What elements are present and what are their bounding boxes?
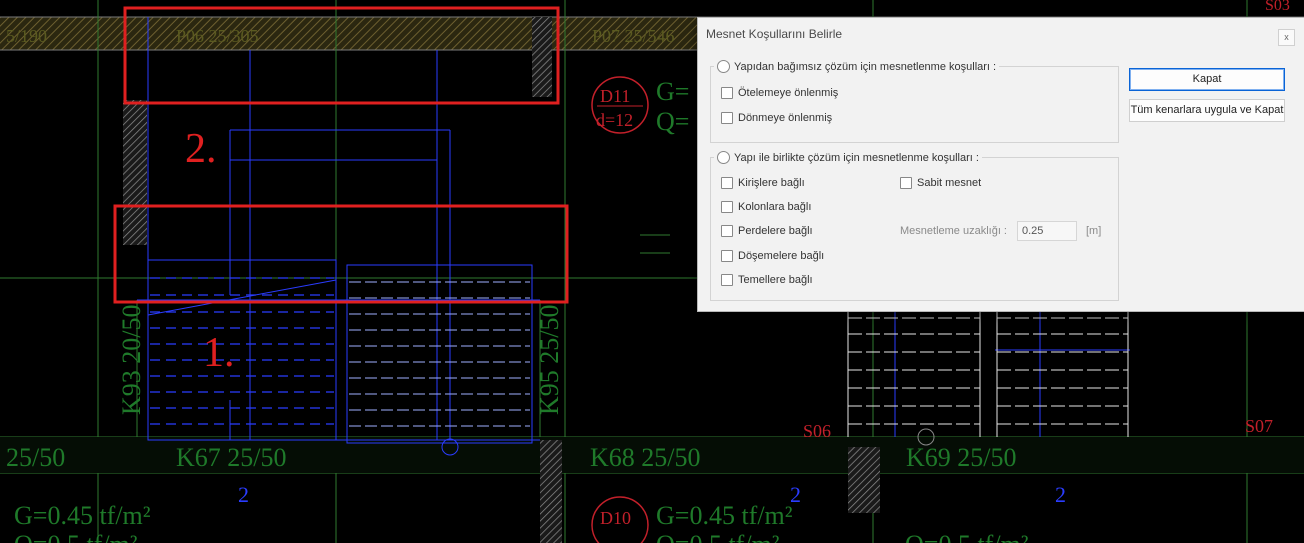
rotation-restrained-checkbox[interactable]: Dönmeye önlenmiş [721,112,832,124]
close-button[interactable]: Kapat [1129,68,1285,91]
grid-number: 2 [238,482,249,507]
annotation-label-1: 1. [203,330,235,376]
support-conditions-dialog: Mesnet Koşullarını Belirle x Yapıdan bağ… [697,17,1304,312]
independent-radio[interactable]: Yapıdan bağımsız çözüm için mesnetlenme … [714,60,1000,73]
load-q: Q=0.5 tf/m² [905,530,1029,543]
combined-radio[interactable]: Yapı ile birlikte çözüm için mesnetlenme… [714,151,982,164]
checkbox-label: Döşemelere bağlı [738,250,825,262]
slab-d10-q: Q=0.5 tf/m² [656,530,780,543]
support-distance-label: Mesnetleme uzaklığı : [900,225,1007,237]
slab-connected-checkbox[interactable]: Döşemelere bağlı [721,250,824,262]
checkbox-icon[interactable] [721,274,733,286]
load-g: G=0.45 tf/m² [14,501,151,530]
beam-label: K68 25/50 [590,443,701,472]
combined-radio-label: Yapı ile birlikte çözüm için mesnetlenme… [734,151,979,164]
support-distance-unit: [m] [1086,225,1102,237]
foundation-connected-checkbox[interactable]: Temellere bağlı [721,274,813,286]
slab-d10-g: G=0.45 tf/m² [656,501,793,530]
column-label-s07: S07 [1245,416,1273,436]
beam-label: P07 25/546 [592,26,675,46]
column-hatch [532,17,552,97]
beam-label: K69 25/50 [906,443,1017,472]
checkbox-label: Perdelere bağlı [738,225,813,237]
grid-number: 2 [1055,482,1066,507]
slab-d11-g: G= [656,77,689,106]
vertical-beam-label: K95 25/50 [535,305,564,416]
load-q: Q=0.5 tf/m² [14,530,138,543]
checkbox-icon[interactable] [721,87,733,99]
checkbox-icon[interactable] [721,201,733,213]
radio-icon[interactable] [717,60,730,73]
checkbox-icon[interactable] [721,177,733,189]
checkbox-label: Kirişlere bağlı [738,177,805,189]
radio-icon[interactable] [717,151,730,164]
fixed-support-checkbox[interactable]: Sabit mesnet [900,177,981,189]
column-label-s06: S06 [803,421,831,441]
checkbox-icon[interactable] [721,225,733,237]
beam-label: K67 25/50 [176,443,287,472]
grid-number: 2 [790,482,801,507]
checkbox-label: Dönmeye önlenmiş [738,112,833,124]
column-hatch [540,440,562,543]
beam-connected-checkbox[interactable]: Kirişlere bağlı [721,177,805,189]
checkbox-icon[interactable] [900,177,912,189]
vertical-beam-label: K93 20/50 [117,305,146,416]
checkbox-label: Temellere bağlı [738,274,813,286]
apply-all-and-close-button[interactable]: Tüm kenarlara uygula ve Kapat [1129,99,1285,122]
column-connected-checkbox[interactable]: Kolonlara bağlı [721,201,811,213]
checkbox-label: Ötelemeye önlenmiş [738,87,839,99]
independent-group [710,66,1119,143]
checkbox-label: Sabit mesnet [917,177,982,189]
checkbox-label: Kolonlara bağlı [738,201,812,213]
wall-connected-checkbox[interactable]: Perdelere bağlı [721,225,813,237]
beam-label: P06 25/305 [176,26,259,46]
annotation-box-1 [113,204,569,304]
close-icon[interactable]: x [1278,29,1295,46]
beam-label: 25/50 [6,443,65,472]
checkbox-icon[interactable] [721,112,733,124]
slab-d11-thickness: d=12 [596,110,633,130]
support-distance-input[interactable]: 0.25 [1017,221,1077,241]
dialog-title: Mesnet Koşullarını Belirle [706,27,843,41]
independent-radio-label: Yapıdan bağımsız çözüm için mesnetlenme … [734,60,997,73]
translation-restrained-checkbox[interactable]: Ötelemeye önlenmiş [721,87,838,99]
slab-d11-q: Q= [656,107,689,136]
column-hatch [123,100,147,245]
column-label-s03: S03 [1265,0,1290,14]
annotation-label-2: 2. [185,126,217,172]
checkbox-icon[interactable] [721,250,733,262]
column-hatch [848,447,880,513]
slab-d10-name: D10 [600,508,631,528]
beam-label: 5/190 [6,26,47,46]
slab-d11-name: D11 [600,86,630,106]
